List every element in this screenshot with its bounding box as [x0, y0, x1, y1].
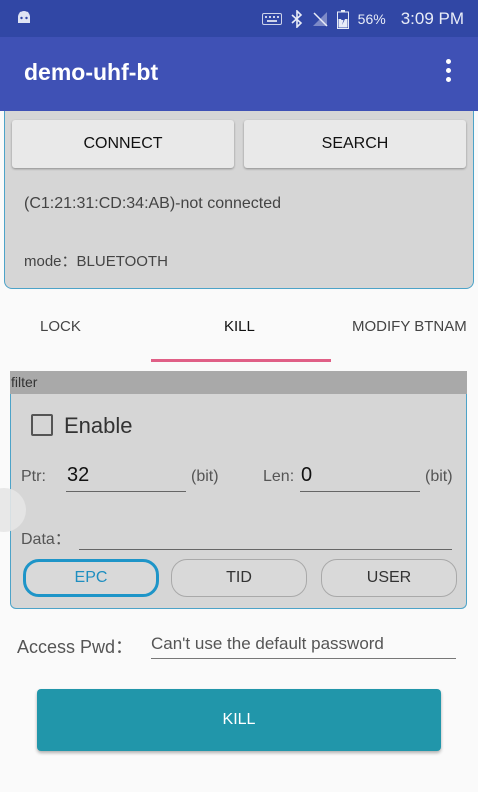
- tab-kill[interactable]: KILL: [224, 318, 255, 335]
- battery-icon: [336, 9, 349, 29]
- tab-indicator: [151, 359, 331, 362]
- connection-panel: CONNECT SEARCH (C1:21:31:CD:34:AB)-not c…: [4, 111, 474, 289]
- status-bar: 56% 3:09 PM: [0, 0, 478, 37]
- ptr-unit: (bit): [191, 468, 219, 485]
- search-button[interactable]: SEARCH: [244, 120, 466, 168]
- connect-button[interactable]: CONNECT: [12, 120, 234, 168]
- bank-tid-button[interactable]: TID: [171, 559, 307, 597]
- filter-panel: Enable Ptr: (bit) Len: (bit) Data： EPC T…: [10, 394, 467, 609]
- mode-label: mode：BLUETOOTH: [24, 253, 168, 270]
- data-input[interactable]: [79, 520, 452, 550]
- access-pwd-label: Access Pwd：: [17, 637, 134, 657]
- len-label: Len:: [263, 468, 295, 485]
- access-pwd-input[interactable]: [151, 630, 456, 659]
- more-vert-icon[interactable]: [446, 59, 452, 85]
- enable-label: Enable: [64, 413, 133, 438]
- ptr-label: Ptr:: [21, 468, 46, 485]
- data-label: Data：: [21, 531, 71, 548]
- kill-button[interactable]: KILL: [37, 689, 441, 751]
- len-unit: (bit): [425, 468, 453, 485]
- android-icon: [18, 11, 30, 23]
- tab-lock[interactable]: LOCK: [40, 318, 81, 335]
- bank-user-button[interactable]: USER: [321, 559, 457, 597]
- tab-bar: LOCK KILL MODIFY BTNAM: [0, 300, 478, 364]
- connection-status: (C1:21:31:CD:34:AB)-not connected: [24, 195, 282, 212]
- bank-epc-button[interactable]: EPC: [23, 559, 159, 597]
- bluetooth-icon: [291, 10, 302, 28]
- clock: 3:09 PM: [400, 9, 464, 28]
- tab-modify-btname[interactable]: MODIFY BTNAM: [352, 318, 467, 335]
- app-title: demo-uhf-bt: [24, 59, 159, 85]
- enable-checkbox[interactable]: [31, 414, 53, 436]
- keyboard-icon: [261, 13, 282, 25]
- len-input[interactable]: [300, 460, 420, 492]
- no-signal-icon: [312, 12, 328, 27]
- ptr-input[interactable]: [66, 460, 186, 492]
- filter-header: filter: [10, 371, 467, 394]
- battery-percent: 56%: [357, 11, 386, 27]
- app-bar: demo-uhf-bt: [0, 37, 478, 111]
